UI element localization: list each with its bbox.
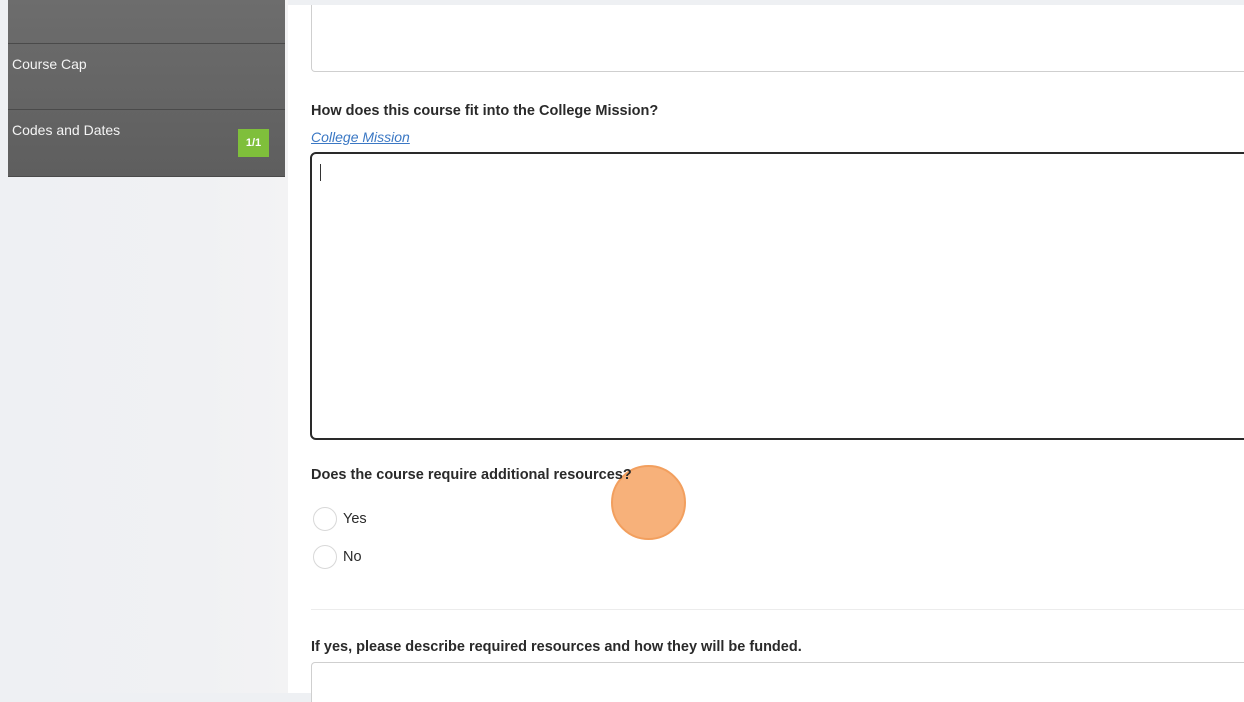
radio-label: No	[343, 549, 362, 565]
radio-button[interactable]	[313, 545, 337, 569]
previous-textarea[interactable]	[311, 5, 1244, 72]
mission-textarea[interactable]	[310, 152, 1244, 540]
describe-resources-label: If yes, please describe required resourc…	[311, 639, 802, 655]
resources-question-label: Does the course require additional resou…	[311, 467, 632, 483]
text-caret	[320, 164, 321, 181]
radio-label: Yes	[343, 511, 367, 527]
form-panel: How does this course fit into the Colleg…	[288, 0, 1244, 702]
sidebar-item-course-cap[interactable]: Course Cap	[8, 43, 285, 108]
radio-option-no[interactable]: No	[313, 545, 362, 569]
resources-textarea[interactable]	[311, 662, 1244, 702]
mission-question-label: How does this course fit into the Colleg…	[311, 103, 659, 119]
sidebar-nav: Course Cap Codes and Dates 1/1	[8, 0, 285, 177]
sidebar-item-label: Codes and Dates	[12, 122, 121, 138]
college-mission-link[interactable]: College Mission	[311, 129, 410, 145]
radio-button[interactable]	[313, 507, 337, 531]
completion-badge: 1/1	[238, 129, 269, 157]
section-divider	[311, 609, 1244, 610]
radio-option-yes[interactable]: Yes	[313, 507, 367, 531]
sidebar-item-codes-and-dates[interactable]: Codes and Dates 1/1	[8, 109, 285, 177]
sidebar-item-label: Course Cap	[12, 56, 87, 72]
